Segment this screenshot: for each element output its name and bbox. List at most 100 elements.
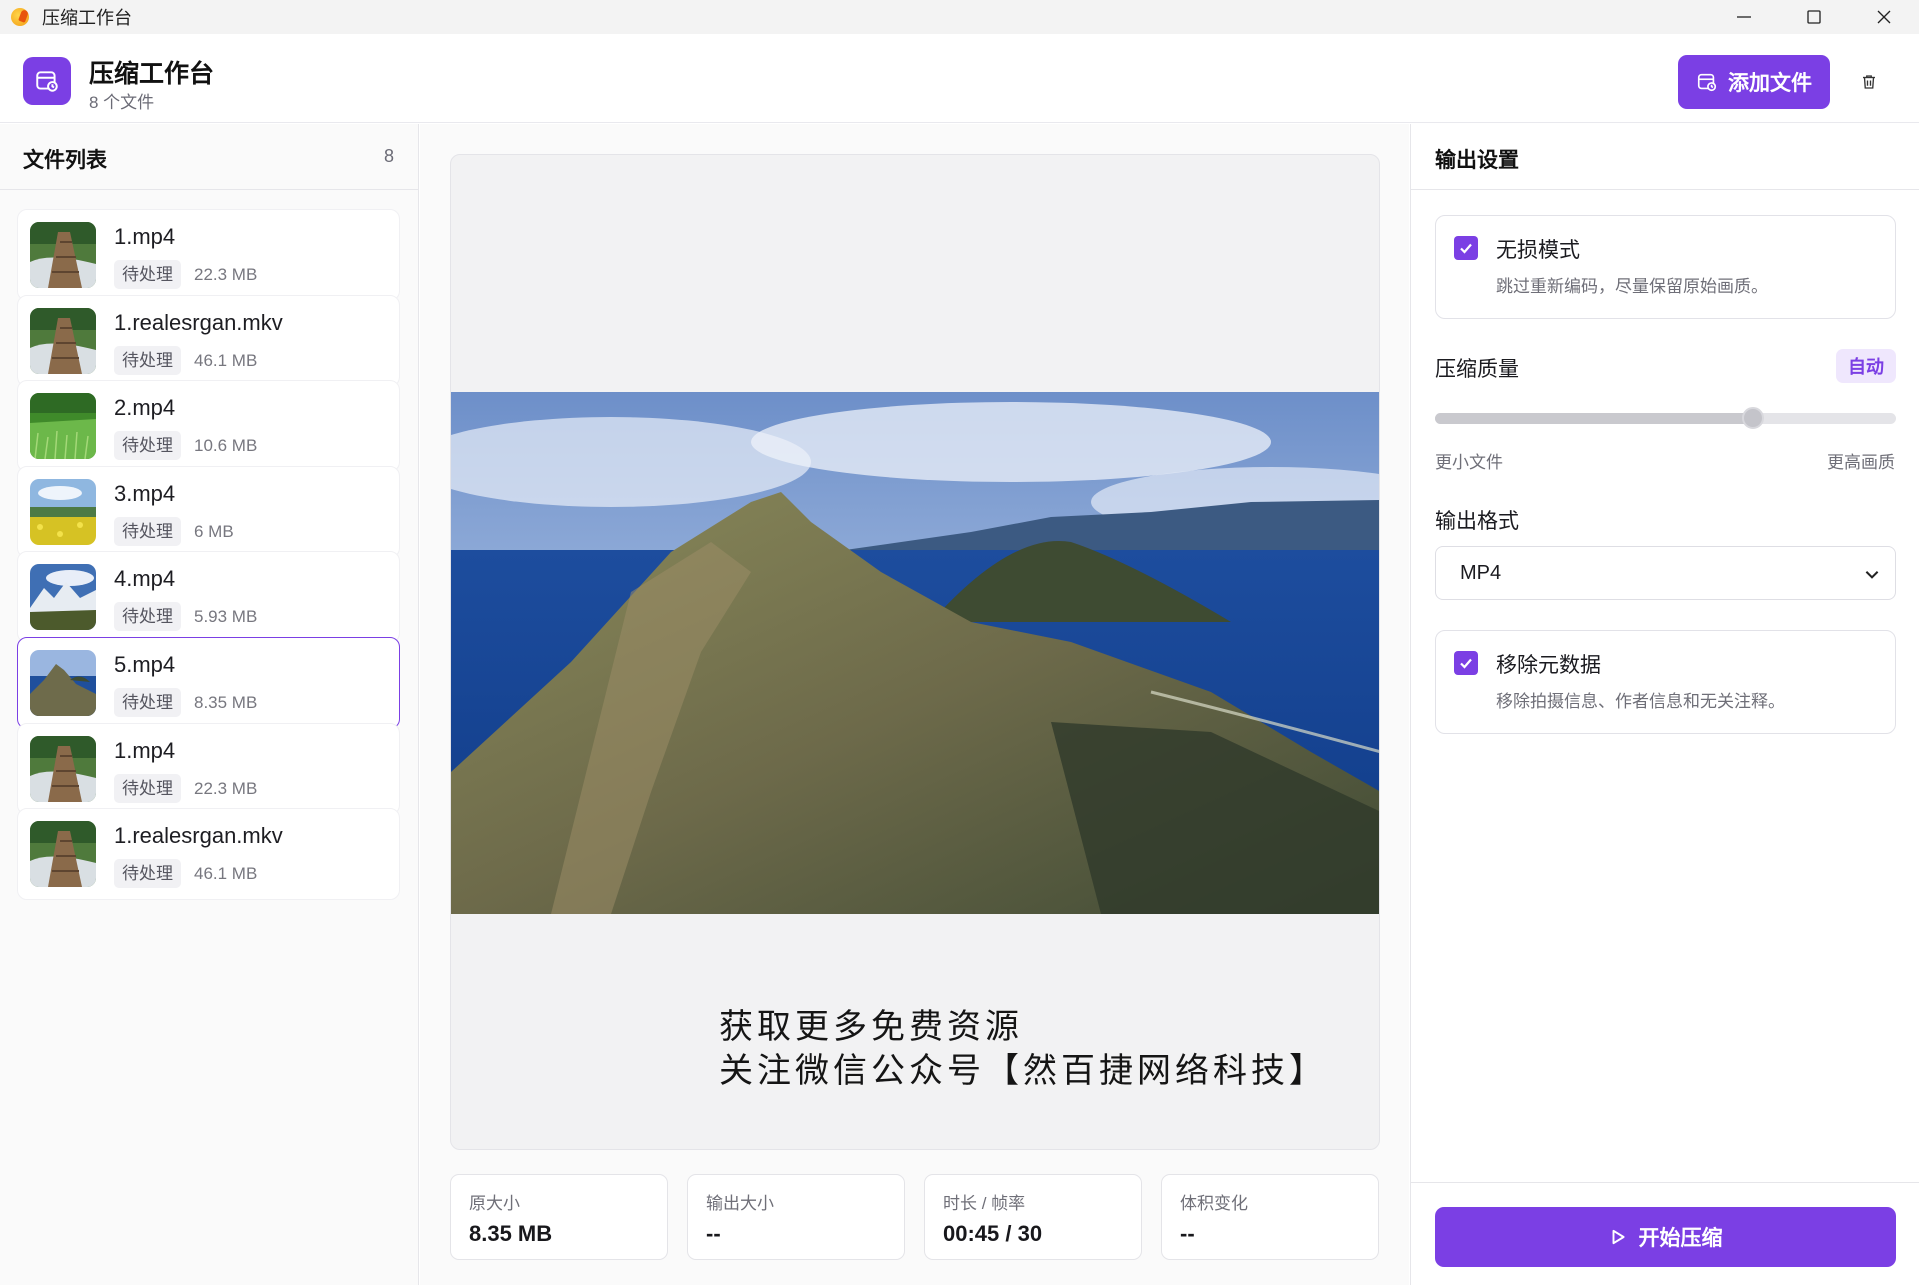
- slider-min-label: 更小文件: [1435, 453, 1503, 472]
- file-size: 46.1 MB: [194, 350, 258, 370]
- file-count-subtitle: 8 个文件: [89, 93, 155, 112]
- stat-label: 时长 / 帧率: [943, 1194, 1026, 1213]
- minimize-icon: [1737, 16, 1751, 18]
- file-list-item[interactable]: 1.realesrgan.mkv 待处理 46.1 MB: [17, 808, 400, 901]
- quality-label: 压缩质量: [1435, 358, 1519, 381]
- start-compress-label: 开始压缩: [1638, 1227, 1723, 1250]
- file-list-item[interactable]: 5.mp4 待处理 8.35 MB: [17, 637, 400, 729]
- file-size: 5.93 MB: [194, 607, 258, 627]
- lossless-desc: 跳过重新编码，尽量保留原始画质。: [1496, 277, 1768, 296]
- app-logo: [23, 57, 71, 105]
- status-badge: 待处理: [114, 431, 181, 461]
- file-name: 4.mp4: [114, 566, 176, 592]
- stat-value: --: [706, 1221, 721, 1246]
- file-list-item[interactable]: 3.mp4 待处理 6 MB: [17, 465, 400, 558]
- video-thumbnail: [30, 821, 96, 888]
- preview-area: 获取更多免费资源 关注微信公众号【然百捷网络科技】 原大小 8.35 MB 输出…: [420, 124, 1409, 1285]
- file-list-header: 文件列表 8: [0, 124, 418, 190]
- file-list-item[interactable]: 1.mp4 待处理 22.3 MB: [17, 722, 400, 815]
- status-badge: 待处理: [114, 345, 181, 375]
- file-name: 1.realesrgan.mkv: [114, 309, 283, 335]
- file-size: 22.3 MB: [194, 778, 258, 798]
- stat-duration-fps: 时长 / 帧率 00:45 / 30: [924, 1174, 1142, 1260]
- file-list-item[interactable]: 4.mp4 待处理 5.93 MB: [17, 551, 400, 644]
- format-label: 输出格式: [1435, 510, 1519, 533]
- video-thumbnail: [30, 222, 96, 288]
- file-list-title: 文件列表: [23, 149, 107, 172]
- file-list-item[interactable]: 1.realesrgan.mkv 待处理 46.1 MB: [17, 294, 400, 387]
- stat-output-size: 输出大小 --: [687, 1174, 905, 1260]
- title-bar: 压缩工作台: [0, 0, 1919, 34]
- video-thumbnail: [30, 564, 96, 631]
- maximize-button[interactable]: [1779, 0, 1849, 34]
- app-icon: [11, 8, 29, 26]
- stat-label: 输出大小: [706, 1194, 774, 1213]
- video-thumbnail: [30, 478, 96, 545]
- lossless-checkbox[interactable]: [1454, 236, 1478, 260]
- file-size: 6 MB: [194, 521, 234, 541]
- file-name: 1.mp4: [114, 737, 176, 763]
- format-selected-value: MP4: [1460, 562, 1502, 584]
- strip-metadata-title: 移除元数据: [1496, 654, 1601, 677]
- lossless-mode-option[interactable]: 无损模式 跳过重新编码，尽量保留原始画质。: [1435, 215, 1896, 319]
- file-list-panel: 文件列表 8 1.mp4 待处理 22.3 MB 1.realesrgan.mkv 待处…: [0, 124, 419, 1285]
- start-compress-button[interactable]: 开始压缩: [1435, 1207, 1896, 1267]
- settings-footer: 开始压缩: [1411, 1182, 1919, 1285]
- format-select[interactable]: MP4: [1435, 546, 1896, 600]
- lossless-title: 无损模式: [1496, 239, 1580, 262]
- file-list-item[interactable]: 1.mp4 待处理 22.3 MB: [17, 209, 400, 301]
- file-name: 2.mp4: [114, 395, 176, 421]
- app-header: 压缩工作台 8 个文件 添加文件: [0, 34, 1919, 123]
- trash-icon: [1863, 75, 1875, 89]
- video-preview[interactable]: 获取更多免费资源 关注微信公众号【然百捷网络科技】: [450, 154, 1380, 1150]
- quality-auto-badge[interactable]: 自动: [1836, 349, 1896, 383]
- check-icon: [1460, 658, 1472, 669]
- file-name: 3.mp4: [114, 480, 176, 506]
- stat-value: 8.35 MB: [469, 1221, 553, 1246]
- add-file-icon: [1697, 73, 1717, 92]
- strip-metadata-option[interactable]: 移除元数据 移除拍摄信息、作者信息和无关注释。: [1435, 630, 1896, 734]
- file-name: 5.mp4: [114, 652, 176, 677]
- watermark-line-1: 获取更多免费资源: [719, 1007, 1023, 1047]
- page-title: 压缩工作台: [89, 60, 215, 88]
- video-thumbnail: [30, 650, 96, 716]
- strip-metadata-desc: 移除拍摄信息、作者信息和无关注释。: [1496, 692, 1785, 711]
- stat-label: 原大小: [469, 1194, 520, 1213]
- quality-slider-thumb[interactable]: [1742, 407, 1765, 429]
- file-size: 10.6 MB: [194, 436, 258, 456]
- status-badge: 待处理: [114, 516, 181, 546]
- stat-label: 体积变化: [1180, 1194, 1248, 1213]
- watermark-text: 获取更多免费资源 关注微信公众号【然百捷网络科技】: [719, 1005, 1327, 1093]
- stat-value: --: [1180, 1221, 1195, 1246]
- close-button[interactable]: [1849, 0, 1919, 34]
- close-icon: [1877, 10, 1891, 24]
- settings-header: 输出设置: [1411, 124, 1919, 190]
- strip-metadata-checkbox[interactable]: [1454, 651, 1478, 675]
- video-thumbnail: [30, 307, 96, 374]
- output-settings-panel: 输出设置 无损模式 跳过重新编码，尽量保留原始画质。 压缩质量 自动 更小文件 …: [1410, 124, 1919, 1285]
- quality-slider[interactable]: [1435, 407, 1896, 429]
- status-badge: 待处理: [114, 260, 181, 289]
- settings-title: 输出设置: [1435, 149, 1519, 172]
- chevron-down-icon: [1865, 571, 1879, 579]
- status-badge: 待处理: [114, 688, 181, 717]
- add-file-button[interactable]: 添加文件: [1678, 55, 1830, 109]
- video-thumbnail: [30, 393, 96, 460]
- compress-icon: [36, 71, 58, 92]
- status-badge: 待处理: [114, 859, 181, 889]
- clear-list-button[interactable]: [1855, 68, 1883, 96]
- window-title: 压缩工作台: [42, 8, 132, 28]
- status-badge: 待处理: [114, 602, 181, 632]
- stat-value: 00:45 / 30: [943, 1221, 1043, 1246]
- file-size: 8.35 MB: [194, 693, 258, 712]
- file-list-item[interactable]: 2.mp4 待处理 10.6 MB: [17, 380, 400, 473]
- quality-slider-fill: [1435, 413, 1754, 424]
- slider-max-label: 更高画质: [1827, 453, 1895, 472]
- video-frame: [451, 392, 1379, 914]
- watermark-line-2: 关注微信公众号【然百捷网络科技】: [719, 1051, 1327, 1091]
- minimize-button[interactable]: [1709, 0, 1779, 34]
- video-thumbnail: [30, 735, 96, 802]
- check-icon: [1460, 243, 1472, 254]
- file-name: 1.mp4: [114, 224, 176, 249]
- file-size: 22.3 MB: [194, 265, 258, 284]
